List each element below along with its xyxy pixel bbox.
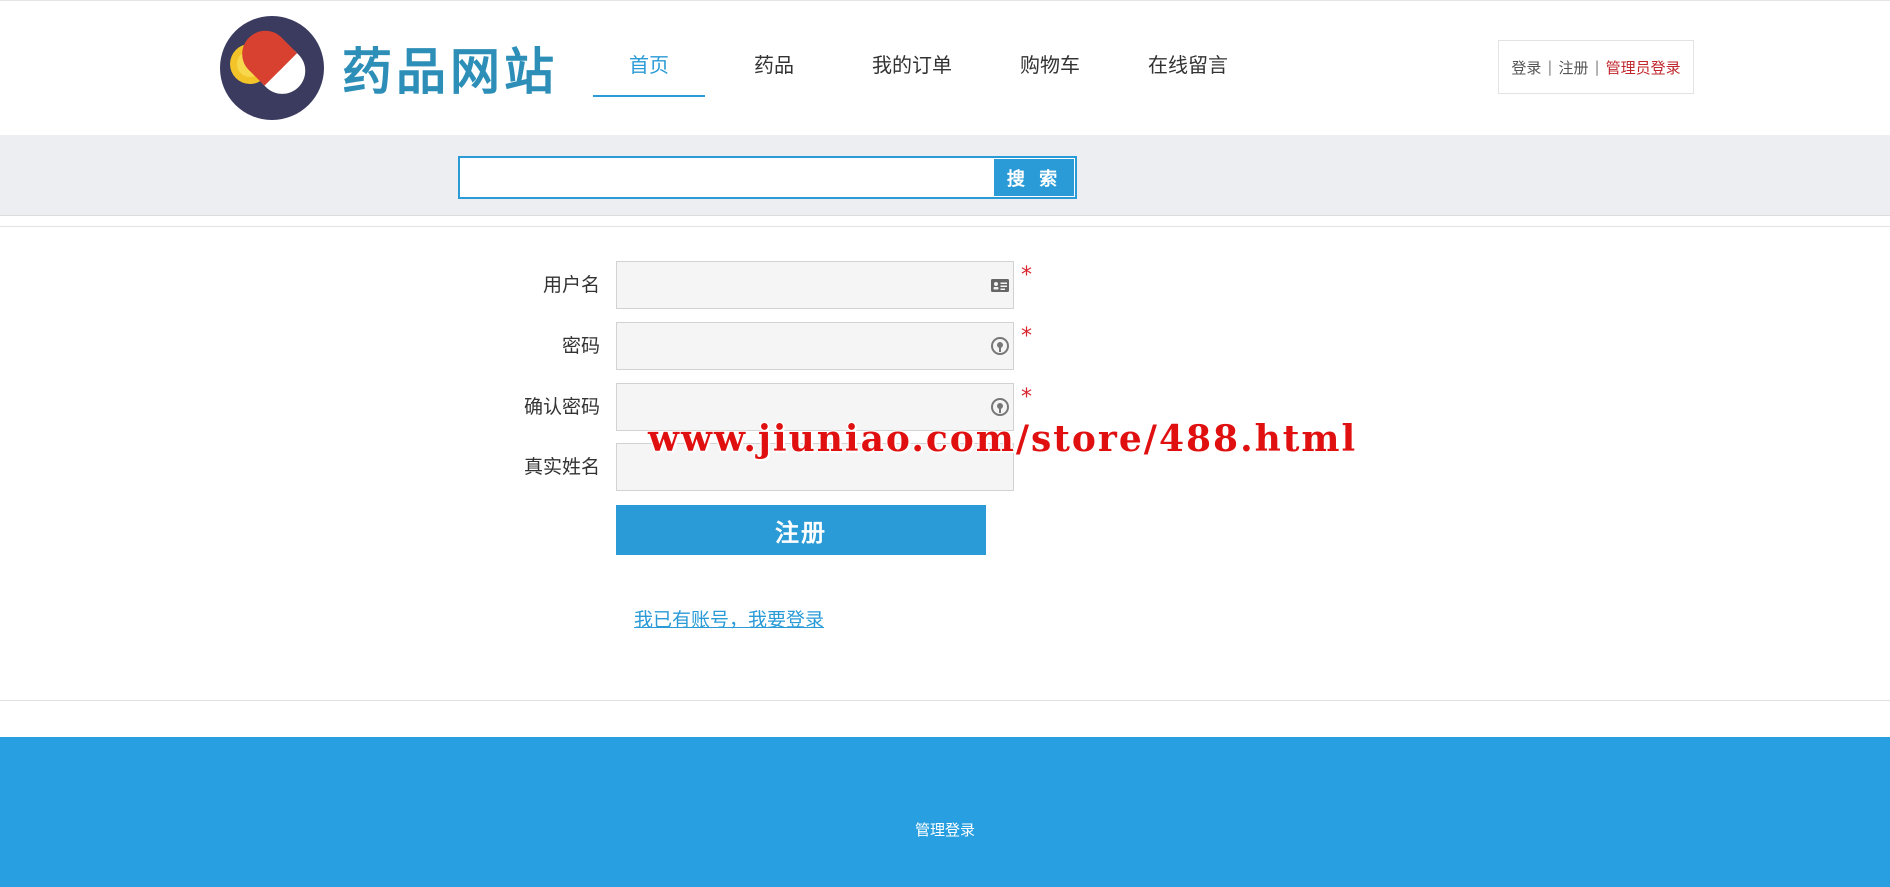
auth-separator: |	[1547, 58, 1553, 76]
required-mark: *	[1021, 385, 1032, 410]
divider	[0, 226, 1890, 227]
search-bar: 搜 索	[458, 156, 1077, 199]
real-name-input[interactable]	[616, 443, 1014, 491]
search-input[interactable]	[460, 158, 993, 197]
main-nav: 首页 药品 我的订单 购物车 在线留言	[593, 47, 1257, 97]
register-link[interactable]: 注册	[1558, 57, 1588, 78]
confirm-password-label: 确认密码	[523, 396, 600, 418]
username-input[interactable]	[616, 261, 1014, 309]
site-logo[interactable]: 药品网站	[220, 16, 558, 120]
site-footer: 管理登录	[0, 737, 1890, 887]
auth-separator: |	[1594, 58, 1600, 76]
nav-item-cart[interactable]: 购物车	[981, 47, 1119, 97]
password-label: 密码	[561, 335, 600, 357]
required-mark: *	[1021, 263, 1032, 288]
nav-item-medicines[interactable]: 药品	[705, 47, 843, 97]
real-name-label: 真实姓名	[523, 456, 600, 478]
divider	[0, 700, 1890, 701]
required-mark: *	[1021, 324, 1032, 349]
lock-icon	[991, 398, 1009, 416]
pill-capsule-icon	[220, 16, 324, 120]
nav-item-my-orders[interactable]: 我的订单	[843, 47, 981, 97]
form-row-confirm-password: 确认密码 *	[0, 383, 1890, 431]
lock-icon	[991, 337, 1009, 355]
search-band: 搜 索	[0, 135, 1890, 216]
auth-links: 登录 | 注册 | 管理员登录	[1498, 40, 1694, 94]
admin-login-link[interactable]: 管理员登录	[1606, 57, 1681, 78]
id-card-icon	[991, 279, 1009, 292]
nav-item-home[interactable]: 首页	[593, 47, 705, 97]
username-label: 用户名	[542, 274, 600, 296]
nav-item-online-message[interactable]: 在线留言	[1119, 47, 1257, 97]
form-row-password: 密码 *	[0, 322, 1890, 370]
password-input[interactable]	[616, 322, 1014, 370]
form-row-real-name: 真实姓名	[0, 443, 1890, 491]
form-row-username: 用户名 *	[0, 261, 1890, 309]
login-link[interactable]: 登录	[1511, 57, 1541, 78]
site-header: 药品网站 首页 药品 我的订单 购物车 在线留言 登录 | 注册 | 管理员登录	[0, 0, 1890, 135]
confirm-password-input[interactable]	[616, 383, 1014, 431]
register-button[interactable]: 注册	[616, 505, 986, 555]
have-account-login-link[interactable]: 我已有账号，我要登录	[634, 605, 824, 632]
site-name: 药品网站	[342, 42, 558, 101]
footer-admin-login-link[interactable]: 管理登录	[0, 819, 1890, 840]
search-button[interactable]: 搜 索	[994, 159, 1074, 196]
